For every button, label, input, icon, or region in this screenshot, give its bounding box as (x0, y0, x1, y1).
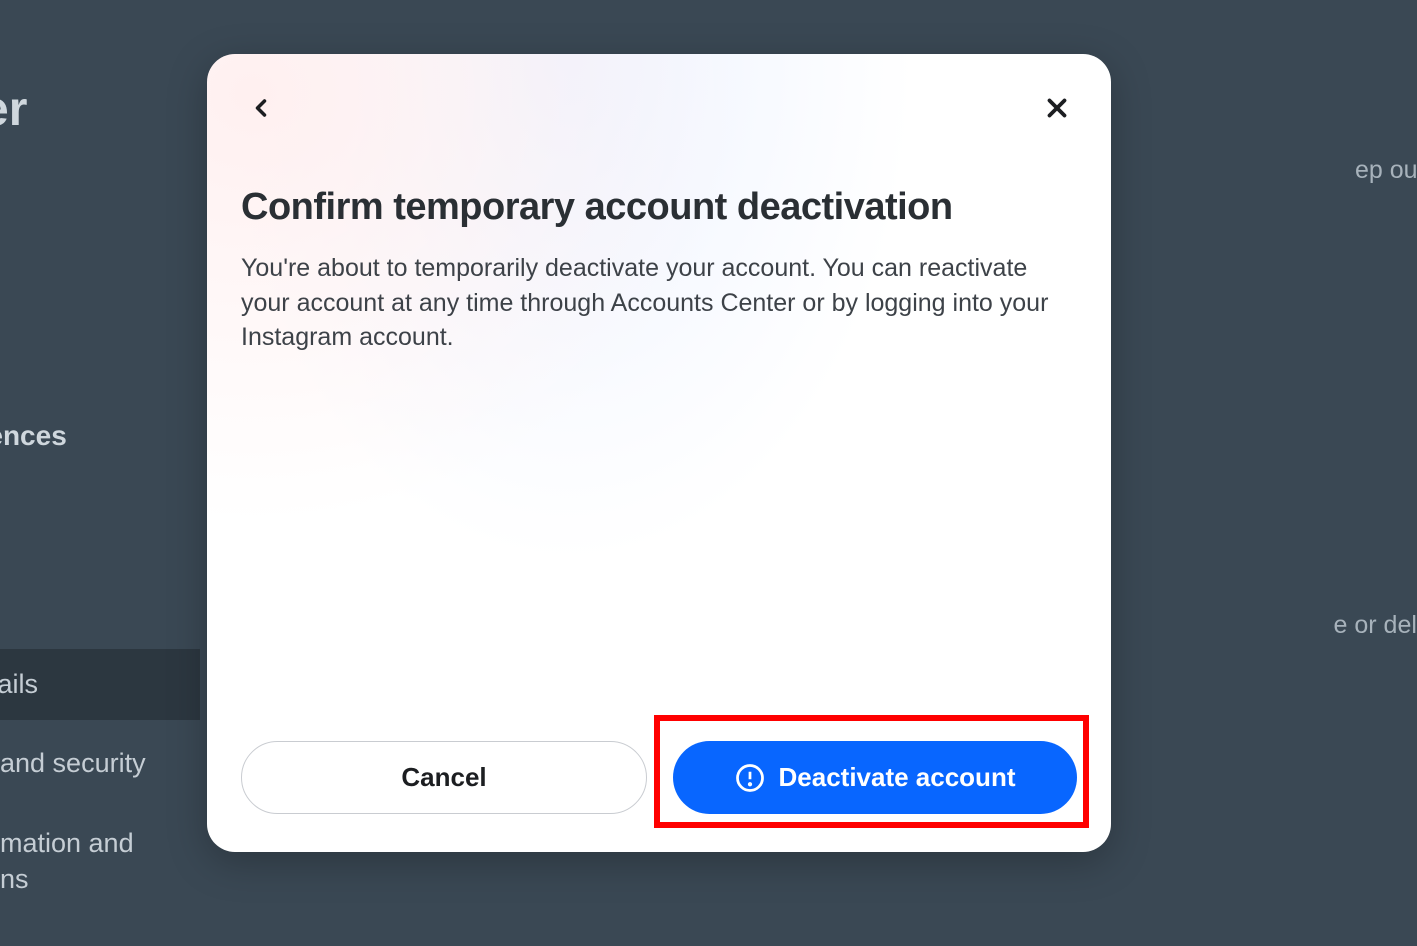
bg-right-text: ep our community sa (1355, 156, 1417, 185)
confirm-deactivation-dialog: Confirm temporary account deactivation Y… (207, 54, 1111, 852)
sidebar-item-label: details (0, 669, 38, 699)
close-icon (1042, 93, 1072, 123)
sidebar-item-info[interactable]: mation and ns (0, 807, 200, 926)
dialog-title: Confirm temporary account deactivation (241, 186, 1077, 229)
sidebar-fragment: details and security mation and ns (0, 649, 200, 926)
cancel-button[interactable]: Cancel (241, 741, 647, 814)
dialog-button-row: Cancel Deactivate account (241, 741, 1077, 818)
deactivate-account-button[interactable]: Deactivate account (673, 741, 1077, 814)
sidebar-item-label: mation and (0, 828, 134, 858)
alert-circle-icon (735, 763, 765, 793)
sidebar-item-security[interactable]: and security (0, 720, 200, 807)
bg-section-heading: s (0, 507, 1, 539)
bg-right-text-2: e or delete your acco (1334, 611, 1417, 640)
dialog-header (241, 88, 1077, 128)
sidebar-item-label: ns (0, 864, 29, 894)
sidebar-item-label: and security (0, 748, 146, 778)
cancel-button-label: Cancel (401, 762, 486, 793)
deactivate-button-label: Deactivate account (779, 762, 1016, 793)
dialog-body-text: You're about to temporarily deactivate y… (241, 251, 1061, 355)
page-title-fragment: enter (0, 82, 27, 137)
sidebar-item-details[interactable]: details (0, 649, 200, 720)
back-button[interactable] (241, 88, 281, 128)
chevron-left-icon (247, 94, 275, 122)
close-button[interactable] (1037, 88, 1077, 128)
bg-section-heading: d experiences (0, 420, 67, 452)
